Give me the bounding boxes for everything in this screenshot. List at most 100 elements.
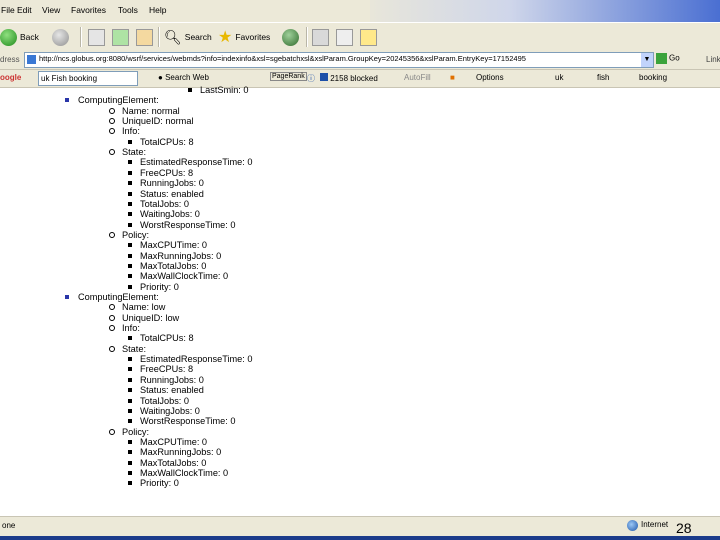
tree-item-label: ComputingElement: <box>78 292 159 302</box>
edit-icon <box>336 28 353 46</box>
tree-item-label: EstimatedResponseTime: 0 <box>140 354 253 365</box>
tree-item: MaxWallClockTime: 0 <box>128 271 229 282</box>
slide-footer-bar <box>0 536 720 540</box>
tree-item: LastSmin: 0 <box>188 85 249 95</box>
print-button[interactable] <box>312 27 329 47</box>
tree-item: Info: <box>109 323 140 333</box>
tree-item: UniqueID: normal <box>109 116 194 127</box>
bullet-icon <box>128 367 132 372</box>
highlight-uk[interactable]: uk <box>555 73 563 82</box>
status-bar: one Internet <box>0 516 720 537</box>
pagerank-indicator[interactable]: PageRank <box>270 72 307 81</box>
page-icon <box>27 55 36 64</box>
search-web-button[interactable]: ● Search Web <box>158 73 209 82</box>
toolbar-separator <box>80 27 82 47</box>
address-url: http://ncs.globus.org:8080/wsrf/services… <box>39 54 526 63</box>
tree-item: WaitingJobs: 0 <box>128 406 200 416</box>
google-toolbar: oogle uk Fish booking ● Search Web PageR… <box>0 70 720 88</box>
bullet-icon <box>109 118 115 125</box>
tree-item: Status: enabled <box>128 385 204 395</box>
tree-item-label: WaitingJobs: 0 <box>140 209 200 220</box>
note-button[interactable] <box>360 27 377 47</box>
bullet-icon <box>65 98 69 103</box>
go-button[interactable]: Go <box>656 53 680 64</box>
google-search-input[interactable]: uk Fish booking <box>38 71 138 86</box>
favorites-label: Favorites <box>235 32 271 42</box>
tree-item-label: WorstResponseTime: 0 <box>140 416 236 427</box>
back-button[interactable]: Back <box>0 27 39 47</box>
menu-help[interactable]: Help <box>149 5 166 15</box>
stop-button[interactable] <box>88 27 105 47</box>
tree-item-label: MaxWallClockTime: 0 <box>140 467 229 478</box>
menu-view[interactable]: View <box>42 5 60 15</box>
tree-item-label: UniqueID: normal <box>122 116 194 127</box>
google-logo[interactable]: oogle <box>0 73 21 82</box>
tree-item-label: Info: <box>122 126 140 137</box>
highlight-booking[interactable]: booking <box>639 73 667 82</box>
word-label: booking <box>639 73 668 82</box>
forward-button[interactable] <box>52 27 69 47</box>
home-button[interactable] <box>136 27 153 47</box>
highlight-fish[interactable]: fish <box>597 73 609 82</box>
tree-item: MaxCPUTime: 0 <box>128 437 207 447</box>
go-arrow-icon <box>656 53 667 64</box>
menu-favorites[interactable]: Favorites <box>71 5 106 15</box>
links-button[interactable]: Links <box>706 55 720 64</box>
tree-item: TotalCPUs: 8 <box>128 136 194 147</box>
menu-file[interactable]: File <box>1 5 15 15</box>
tree-item: MaxCPUTime: 0 <box>128 240 207 250</box>
tree-item-label: MaxWallClockTime: 0 <box>140 271 229 282</box>
tree-item-label: Policy: <box>122 229 150 240</box>
history-button[interactable] <box>282 27 299 47</box>
tree-item: State: <box>109 344 146 354</box>
forward-arrow-icon <box>52 28 69 46</box>
tree-item-label: MaxTotalJobs: 0 <box>140 457 207 468</box>
tree-item: MaxWallClockTime: 0 <box>128 467 229 478</box>
favorites-button[interactable]: ★ Favorites <box>218 27 270 47</box>
refresh-button[interactable] <box>112 27 129 47</box>
bullet-icon <box>128 408 132 413</box>
info-icon[interactable]: ⓘ <box>307 73 315 84</box>
word-label: fish <box>597 73 610 82</box>
toolbar-separator <box>306 27 308 47</box>
edit-button[interactable] <box>336 27 353 47</box>
blogger-icon[interactable]: ■ <box>450 73 455 82</box>
tree-item-label: Name: normal <box>122 105 180 116</box>
tree-item-label: RunningJobs: 0 <box>140 178 204 189</box>
address-input[interactable]: http://ncs.globus.org:8080/wsrf/services… <box>24 52 654 68</box>
menu-edit[interactable]: Edit <box>17 5 32 15</box>
bullet-icon <box>109 231 115 238</box>
tree-item: Policy: <box>109 427 149 437</box>
tree-item-label: MaxRunningJobs: 0 <box>140 250 222 261</box>
autofill-button[interactable]: AutoFill <box>404 73 431 82</box>
tree-item: Priority: 0 <box>128 478 179 488</box>
home-icon <box>136 28 153 46</box>
popup-blocker[interactable]: 2158 blocked <box>320 73 378 83</box>
tree-item-label: FreeCPUs: 8 <box>140 167 194 178</box>
bullet-icon <box>65 295 69 299</box>
menu-bar: File Edit View Favorites Tools Help <box>0 0 720 22</box>
tree-item: Name: normal <box>109 105 180 116</box>
tree-item-label: TotalCPUs: 8 <box>140 136 194 147</box>
star-icon: ★ <box>218 29 233 46</box>
stop-icon <box>88 28 105 46</box>
tree-item-label: MaxRunningJobs: 0 <box>140 447 222 458</box>
menu-tools[interactable]: Tools <box>118 5 138 15</box>
tree-item: Priority: 0 <box>128 282 179 292</box>
page-content: LastSmin: 0 ComputingElement: Name: normal… <box>0 85 720 516</box>
bullet-icon <box>128 181 132 186</box>
tree-item: FreeCPUs: 8 <box>128 167 194 178</box>
options-button[interactable]: Options <box>476 73 504 82</box>
chevron-down-icon[interactable]: ▼ <box>641 53 653 67</box>
bullet-icon <box>128 470 132 475</box>
tree-item-label: RunningJobs: 0 <box>140 374 204 385</box>
bullet-icon <box>128 212 132 217</box>
address-label: dress <box>0 55 20 64</box>
search-button[interactable]: 🔍︎ Search <box>164 27 212 47</box>
bullet-icon <box>128 336 132 341</box>
bullet-icon <box>109 428 115 435</box>
bullet-icon <box>128 481 132 486</box>
tree-item: MaxRunningJobs: 0 <box>128 447 222 458</box>
blocked-label: 2158 blocked <box>330 74 378 83</box>
tree-item-label: WorstResponseTime: 0 <box>140 219 236 230</box>
